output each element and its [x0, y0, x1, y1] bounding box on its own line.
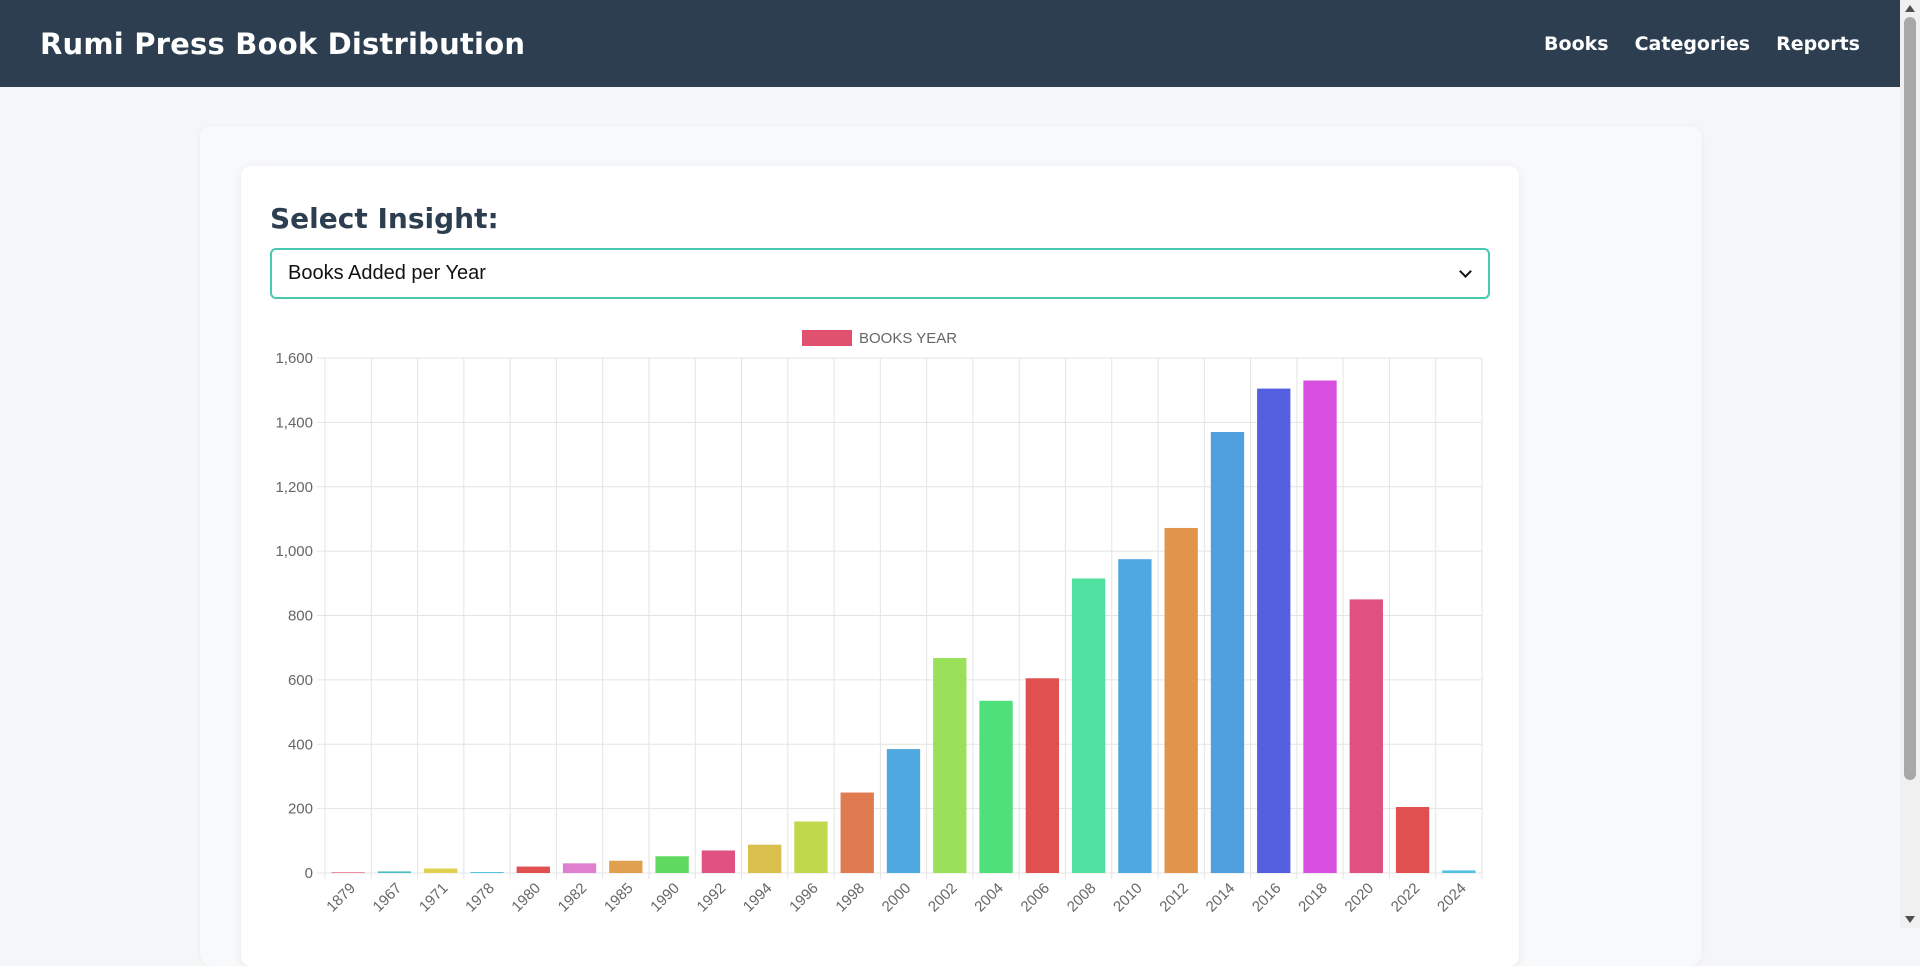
bar-2002 [933, 657, 967, 873]
bar-1998 [840, 792, 874, 873]
x-tick-label: 2018 [1295, 880, 1331, 916]
bar-1992 [701, 850, 736, 873]
x-tick-label: 2024 [1434, 880, 1470, 916]
nav-link-categories[interactable]: Categories [1635, 33, 1750, 55]
y-tick-label: 200 [288, 801, 313, 818]
y-tick-label: 1,000 [275, 543, 313, 560]
bar-1982 [562, 863, 597, 873]
bar-1967 [377, 871, 412, 873]
bar-2022 [1395, 807, 1430, 873]
bar-1996 [794, 821, 828, 873]
chevron-down-icon [1459, 264, 1472, 278]
bar-1879 [331, 872, 365, 873]
insight-selected-value: Books Added per Year [288, 262, 486, 284]
page-scrollbar[interactable] [1900, 0, 1920, 928]
y-tick-label: 600 [288, 672, 313, 689]
x-tick-label: 2016 [1249, 880, 1285, 916]
x-tick-label: 1879 [323, 880, 359, 916]
legend-label: BOOKS YEAR [859, 330, 957, 347]
legend-swatch [802, 330, 852, 346]
x-tick-label: 2010 [1110, 880, 1146, 916]
bar-2018 [1303, 380, 1337, 873]
y-tick-label: 1,200 [275, 479, 313, 496]
x-tick-label: 1994 [740, 880, 776, 916]
x-tick-label: 2012 [1156, 880, 1192, 916]
bar-2012 [1164, 527, 1198, 873]
bar-1985 [609, 860, 643, 873]
bar-1980 [516, 866, 550, 873]
bar-2008 [1071, 578, 1106, 873]
x-tick-label: 1980 [508, 880, 544, 916]
bar-2010 [1118, 559, 1152, 873]
nav-link-books[interactable]: Books [1544, 33, 1609, 55]
nav-link-reports[interactable]: Reports [1776, 33, 1860, 55]
x-tick-label: 1978 [462, 880, 498, 916]
x-tick-label: 1996 [786, 880, 822, 916]
bar-2000 [886, 749, 921, 873]
x-tick-label: 1971 [416, 880, 452, 916]
x-tick-label: 1982 [555, 880, 591, 916]
bar-2016 [1257, 388, 1291, 873]
x-tick-label: 2000 [879, 880, 915, 916]
x-tick-label: 1967 [370, 880, 406, 916]
bar-2006 [1025, 678, 1060, 873]
x-tick-label: 2004 [971, 880, 1007, 916]
select-insight-label: Select Insight: [270, 202, 499, 235]
navbar: Rumi Press Book Distribution Books Categ… [0, 0, 1900, 87]
insight-select[interactable]: Books Added per Year [270, 248, 1490, 299]
scroll-up-arrow-icon[interactable] [1905, 5, 1915, 12]
bar-2020 [1349, 599, 1383, 873]
y-tick-label: 0 [305, 865, 313, 882]
bar-1978 [470, 872, 504, 873]
bar-2024 [1442, 870, 1476, 873]
x-tick-label: 1990 [647, 880, 683, 916]
nav-links: Books Categories Reports [1544, 33, 1860, 55]
y-tick-label: 400 [288, 736, 313, 753]
x-tick-label: 2020 [1342, 880, 1378, 916]
books-per-year-chart: 0 200 400 600 800 1,000 1,200 1,400 1,600 1879 196… [275, 330, 1483, 916]
x-tick-label: 2002 [925, 880, 961, 916]
bar-1994 [747, 844, 782, 873]
bar-2014 [1210, 432, 1245, 873]
y-tick-label: 800 [288, 608, 313, 625]
bar-2004 [979, 700, 1013, 873]
scroll-down-arrow-icon[interactable] [1905, 916, 1915, 923]
y-tick-label: 1,600 [275, 350, 313, 367]
x-tick-label: 2014 [1203, 880, 1239, 916]
x-tick-label: 1985 [601, 880, 637, 916]
bar-1971 [424, 868, 458, 873]
bar-1990 [655, 856, 689, 873]
x-tick-label: 2022 [1388, 880, 1424, 916]
brand-title[interactable]: Rumi Press Book Distribution [40, 27, 525, 61]
y-tick-label: 1,400 [275, 414, 313, 431]
x-tick-label: 2006 [1018, 880, 1054, 916]
x-tick-label: 2008 [1064, 880, 1100, 916]
x-tick-label: 1998 [832, 880, 868, 916]
scroll-thumb[interactable] [1904, 17, 1916, 780]
x-tick-label: 1992 [694, 880, 730, 916]
